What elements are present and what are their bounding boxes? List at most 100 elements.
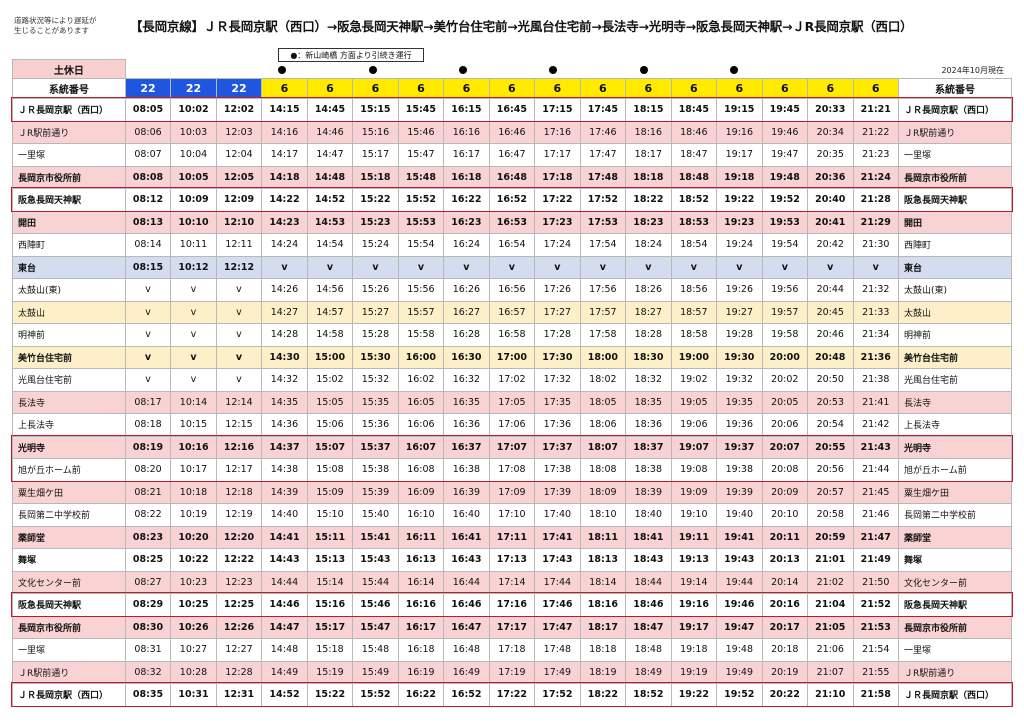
departure-time: 08:35: [124, 683, 172, 707]
departure-time: 10:11: [170, 233, 217, 257]
departure-time: 17:53: [579, 210, 627, 234]
departure-time: 21:22: [852, 120, 900, 144]
route-number-cell: 6: [625, 78, 672, 99]
departure-time: 19:56: [761, 278, 809, 302]
departure-time: 14:22: [261, 188, 308, 212]
departure-time: 20:55: [807, 435, 854, 459]
route-number-cell: 6: [306, 78, 354, 99]
departure-time: 19:00: [670, 345, 718, 369]
departure-time: 21:44: [852, 458, 900, 482]
departure-time: 17:06: [488, 413, 536, 437]
route-number-cell: 6: [352, 78, 399, 99]
departure-time: 16:58: [488, 323, 536, 347]
departure-time: 21:55: [852, 660, 900, 684]
departure-time: 15:10: [306, 503, 354, 527]
departure-time: 12:03: [215, 120, 263, 144]
departure-time: 12:14: [215, 390, 263, 414]
departure-time: 17:38: [534, 458, 581, 482]
departure-time: 14:41: [261, 525, 308, 549]
departure-time: 16:05: [397, 390, 445, 414]
departure-time: 18:32: [625, 368, 672, 392]
departure-time: 16:18: [443, 165, 490, 189]
stop-row: 阪急長岡天神駅 08:12 10:09 12:09 14:22 14:52 15:22 15:…: [12, 188, 1012, 212]
departure-time: 16:00: [397, 345, 445, 369]
departure-time: 16:07: [397, 435, 445, 459]
departure-time: 08:08: [124, 165, 172, 189]
departure-time: 21:34: [852, 323, 900, 347]
stop-name-right: ＪＲ長岡京駅（西口）: [898, 98, 1012, 122]
departure-time: 15:54: [397, 233, 445, 257]
departure-time: 17:41: [534, 525, 581, 549]
stop-name: 薬師堂: [12, 525, 126, 549]
departure-time: v: [761, 255, 809, 279]
departure-time: 16:45: [488, 98, 536, 122]
departure-time: 18:40: [625, 503, 672, 527]
stop-name: 長法寺: [12, 390, 126, 414]
departure-time: 18:13: [579, 548, 627, 572]
departure-time: 15:52: [352, 683, 399, 707]
departure-time: 16:14: [397, 570, 445, 594]
departure-time: 08:29: [124, 593, 172, 617]
departure-time: 12:09: [215, 188, 263, 212]
departure-time: v: [170, 323, 217, 347]
departure-time: 20:48: [807, 345, 854, 369]
departure-time: 10:02: [170, 98, 217, 122]
departure-time: 18:18: [579, 638, 627, 662]
departure-time: 18:46: [625, 593, 672, 617]
departure-time: 18:19: [579, 660, 627, 684]
departure-time: 19:26: [716, 278, 763, 302]
departure-time: 15:36: [352, 413, 399, 437]
departure-time: 14:53: [306, 210, 354, 234]
departure-time: 15:45: [397, 98, 445, 122]
departure-time: 16:40: [443, 503, 490, 527]
route-number-label-right: 系統番号: [898, 78, 1012, 99]
departure-time: 16:56: [488, 278, 536, 302]
departure-time: 15:28: [352, 323, 399, 347]
route-number-label: 系統番号: [12, 78, 126, 99]
departure-time: 20:40: [807, 188, 854, 212]
departure-time: 19:22: [716, 188, 763, 212]
departure-time: 21:33: [852, 300, 900, 324]
departure-time: 17:56: [579, 278, 627, 302]
departure-time: 10:18: [170, 480, 217, 504]
departure-time: 16:26: [443, 278, 490, 302]
departure-time: 15:39: [352, 480, 399, 504]
departure-time: 17:46: [579, 120, 627, 144]
departure-time: 12:22: [215, 548, 263, 572]
departure-time: 19:14: [670, 570, 718, 594]
departure-time: 08:21: [124, 480, 172, 504]
continuation-dot: [459, 66, 467, 74]
stop-name: 美竹台住宅前: [12, 345, 126, 369]
stop-row: 粟生畑ケ田 08:21 10:18 12:18 14:39 15:09 15:39 16:09…: [12, 480, 1012, 504]
departure-time: 16:10: [397, 503, 445, 527]
departure-time: 17:17: [534, 143, 581, 167]
stop-row: 長岡第二中学校前 08:22 10:19 12:19 14:40 15:10 15:40 16…: [12, 503, 1012, 527]
departure-time: 16:52: [443, 683, 490, 707]
departure-time: 19:08: [670, 458, 718, 482]
departure-time: 18:49: [625, 660, 672, 684]
stop-name-right: 薬師堂: [898, 525, 1012, 549]
departure-time: 10:10: [170, 210, 217, 234]
departure-time: v: [534, 255, 581, 279]
departure-time: 12:05: [215, 165, 263, 189]
departure-time: 15:11: [306, 525, 354, 549]
stop-name: 旭が丘ホーム前: [12, 458, 126, 482]
departure-time: 18:14: [579, 570, 627, 594]
departure-time: 19:53: [761, 210, 809, 234]
departure-time: 14:46: [306, 120, 354, 144]
departure-time: 20:50: [807, 368, 854, 392]
departure-time: 16:38: [443, 458, 490, 482]
route-number-cell: 22: [215, 78, 263, 99]
departure-time: 17:30: [534, 345, 581, 369]
departure-time: 19:49: [716, 660, 763, 684]
departure-time: 08:15: [124, 255, 172, 279]
departure-time: 19:47: [716, 615, 763, 639]
departure-time: 14:47: [261, 615, 308, 639]
departure-time: 16:19: [397, 660, 445, 684]
stop-row: ＪR駅前通り 08:32 10:28 12:28 14:49 15:19 15:49 16:1…: [12, 660, 1012, 684]
departure-time: 19:18: [670, 638, 718, 662]
departure-time: 20:08: [761, 458, 809, 482]
stop-name: 光風台住宅前: [12, 368, 126, 392]
departure-time: v: [352, 255, 399, 279]
stop-name-right: 阪急長岡天神駅: [898, 593, 1012, 617]
